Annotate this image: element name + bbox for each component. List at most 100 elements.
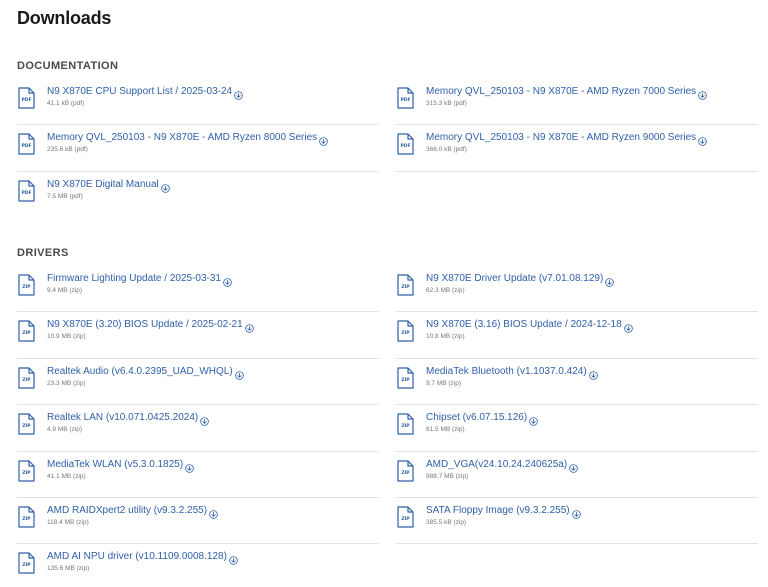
download-link[interactable]: N9 X870E (3.20) BIOS Update / 2025-02-21 <box>47 319 243 330</box>
file-type-label: ZIP <box>401 424 410 430</box>
download-item: ZIP SATA Floppy Image (v9.3.2.255) 385.5 k… <box>396 498 758 545</box>
file-size: 41.1 kB (pdf) <box>47 100 85 107</box>
download-item: ZIP AMD AI NPU driver (v10.1109.0008.128)… <box>17 544 379 587</box>
download-link[interactable]: AMD AI NPU driver (v10.1109.0008.128) <box>47 551 227 562</box>
download-link[interactable]: N9 X870E Digital Manual <box>47 179 159 190</box>
file-size: 41.1 MB (zip) <box>47 472 86 480</box>
download-link[interactable]: MediaTek Bluetooth (v1.1037.0.424) <box>426 366 587 377</box>
file-type-label: ZIP <box>22 285 31 290</box>
document-icon: ZIP <box>18 320 35 342</box>
download-item: ZIP N9 X870E Driver Update (v7.01.08.129)… <box>396 266 758 313</box>
download-item: PDF Memory QVL_250103 - N9 X870E - AMD Ry… <box>396 79 758 126</box>
file-type-label: ZIP <box>22 470 31 476</box>
page-title: Downloads <box>17 8 112 28</box>
document-icon: ZIP <box>18 367 35 389</box>
download-link[interactable]: Memory QVL_250103 - N9 X870E - AMD Ryzen… <box>426 132 696 143</box>
document-icon: ZIP <box>397 506 414 528</box>
download-circle-icon[interactable] <box>623 320 633 334</box>
download-item: ZIP AMD_VGA(v24.10.24.240625a) 988.7 MB (z… <box>396 452 758 498</box>
file-size: 4.9 MB (zip) <box>47 426 83 434</box>
download-circle-icon[interactable] <box>571 506 581 519</box>
document-icon: PDF <box>397 133 414 155</box>
file-size: 385.5 kB (zip) <box>426 518 467 526</box>
document-icon: PDF <box>18 87 35 109</box>
file-type-label: ZIP <box>401 377 410 383</box>
download-circle-icon[interactable] <box>185 460 194 473</box>
file-size: 61.5 MB (zip) <box>426 426 465 434</box>
file-size: 135.6 MB (zip) <box>47 565 90 573</box>
download-circle-icon[interactable] <box>200 413 209 426</box>
section-title-drivers: DRIVERS <box>17 247 69 259</box>
document-icon: ZIP <box>18 459 35 482</box>
download-link[interactable]: Realtek LAN (v10.071.0425.2024) <box>47 412 198 423</box>
download-item: PDF N9 X870E CPU Support List / 2025-03-2… <box>17 79 379 126</box>
download-link[interactable]: N9 X870E (3.16) BIOS Update / 2024-12-18 <box>426 319 622 330</box>
document-icon: ZIP <box>18 552 35 574</box>
download-item: ZIP MediaTek WLAN (v5.3.0.1825) 41.1 MB (z… <box>17 452 379 498</box>
file-size: 9.7 MB (zip) <box>426 379 462 387</box>
download-circle-icon[interactable] <box>569 460 578 473</box>
download-circle-icon[interactable] <box>160 180 170 193</box>
download-circle-icon[interactable] <box>698 133 707 147</box>
download-link[interactable]: AMD RAIDXpert2 utility (v9.3.2.255) <box>47 505 207 516</box>
drivers-list: ZIP Firmware Lighting Update / 2025-03-31… <box>17 266 758 587</box>
file-type-label: ZIP <box>22 331 31 337</box>
download-item: PDF Memory QVL_250103 - N9 X870E - AMD Ry… <box>396 125 758 172</box>
document-icon: ZIP <box>397 459 414 482</box>
document-icon: ZIP <box>397 367 414 389</box>
download-link[interactable]: Memory QVL_250103 - N9 X870E - AMD Ryzen… <box>426 86 696 97</box>
document-icon: PDF <box>18 180 35 202</box>
download-circle-icon[interactable] <box>209 506 218 519</box>
download-link[interactable]: N9 X870E CPU Support List / 2025-03-24 <box>47 86 232 97</box>
file-size: 988.7 MB (zip) <box>426 472 469 480</box>
file-size: 62.3 MB (zip) <box>426 287 465 294</box>
download-circle-icon[interactable] <box>588 367 598 380</box>
file-type-label: ZIP <box>22 424 31 430</box>
download-item: ZIP N9 X870E (3.16) BIOS Update / 2024-12… <box>396 312 758 359</box>
file-type-label: ZIP <box>22 563 31 569</box>
document-icon: ZIP <box>18 274 35 296</box>
download-link[interactable]: AMD_VGA(v24.10.24.240625a) <box>426 459 567 470</box>
download-link[interactable]: MediaTek WLAN (v5.3.0.1825) <box>47 459 183 470</box>
download-item: ZIP Realtek LAN (v10.071.0425.2024) 4.9 MB… <box>17 405 379 452</box>
document-icon: ZIP <box>397 320 414 342</box>
documentation-list: PDF N9 X870E CPU Support List / 2025-03-2… <box>17 79 758 218</box>
file-size: 10.8 MB (zip) <box>426 333 465 341</box>
download-circle-icon[interactable] <box>319 133 328 147</box>
download-item: PDF Memory QVL_250103 - N9 X870E - AMD Ry… <box>17 125 379 172</box>
file-type-label: ZIP <box>401 285 410 290</box>
download-item: ZIP Realtek Audio (v6.4.0.2395_UAD_WHQL) 2… <box>17 359 379 406</box>
document-icon: ZIP <box>18 506 35 528</box>
download-circle-icon[interactable] <box>234 87 243 100</box>
file-size: 366.0 kB (pdf) <box>426 146 467 154</box>
download-link[interactable]: Realtek Audio (v6.4.0.2395_UAD_WHQL) <box>47 366 233 377</box>
download-link[interactable]: Firmware Lighting Update / 2025-03-31 <box>47 273 221 284</box>
download-item: ZIP MediaTek Bluetooth (v1.1037.0.424) 9.7… <box>396 359 758 406</box>
download-circle-icon[interactable] <box>698 87 707 100</box>
file-size: 315.3 kB (pdf) <box>426 100 467 107</box>
download-circle-icon[interactable] <box>244 320 254 334</box>
file-size: 235.6 kB (pdf) <box>47 146 88 154</box>
document-icon: ZIP <box>397 413 414 435</box>
file-type-label: ZIP <box>401 331 410 337</box>
download-link[interactable]: N9 X870E Driver Update (v7.01.08.129) <box>426 273 603 284</box>
document-icon: ZIP <box>18 413 35 435</box>
download-item: ZIP AMD RAIDXpert2 utility (v9.3.2.255) 11… <box>17 498 379 545</box>
download-circle-icon[interactable] <box>229 552 238 566</box>
download-circle-icon[interactable] <box>529 413 538 426</box>
download-circle-icon[interactable] <box>234 367 244 380</box>
download-item: ZIP N9 X870E (3.20) BIOS Update / 2025-02… <box>17 312 379 359</box>
document-icon: PDF <box>397 87 414 109</box>
document-icon: ZIP <box>397 274 414 296</box>
download-item: PDF N9 X870E Digital Manual 7.5 MB (pdf) <box>17 172 379 218</box>
file-type-label: ZIP <box>22 516 31 522</box>
section-title-documentation: DOCUMENTATION <box>17 60 119 72</box>
download-circle-icon[interactable] <box>223 274 232 287</box>
file-type-label: PDF <box>21 190 32 196</box>
file-size: 10.9 MB (zip) <box>47 333 86 341</box>
download-link[interactable]: Memory QVL_250103 - N9 X870E - AMD Ryzen… <box>47 132 317 143</box>
download-link[interactable]: SATA Floppy Image (v9.3.2.255) <box>426 505 570 516</box>
download-circle-icon[interactable] <box>605 274 615 287</box>
file-size: 118.4 MB (zip) <box>47 518 89 526</box>
download-link[interactable]: Chipset (v6.07.15.126) <box>426 412 527 423</box>
